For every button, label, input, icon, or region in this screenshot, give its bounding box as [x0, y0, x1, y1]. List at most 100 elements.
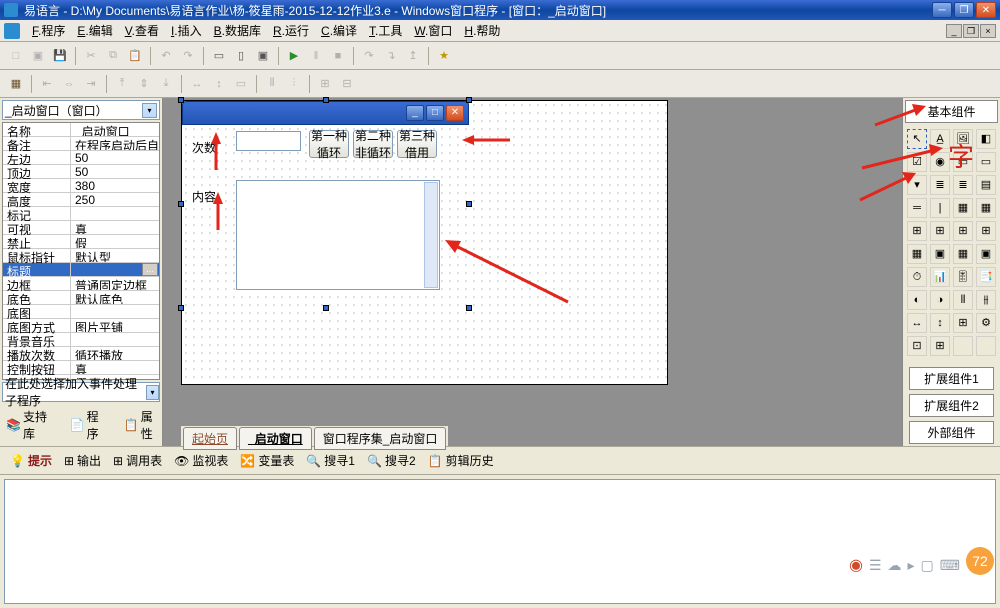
- mdi-restore-button[interactable]: ❐: [963, 24, 979, 38]
- property-value[interactable]: 普通固定边框: [71, 277, 159, 290]
- chevron-down-icon[interactable]: ▾: [142, 103, 157, 118]
- menu-item[interactable]: V.查看: [119, 22, 165, 39]
- ellipsis-button[interactable]: ...: [142, 263, 158, 276]
- tab-clip-history[interactable]: 📋 剪辑历史: [424, 451, 498, 470]
- palette-item[interactable]: ⊞: [930, 336, 950, 356]
- resize-handle[interactable]: [466, 305, 472, 311]
- property-row[interactable]: 可视真: [3, 221, 159, 235]
- tab-start-page[interactable]: 起始页: [183, 427, 237, 450]
- palette-item[interactable]: ⫴: [953, 290, 973, 310]
- palette-item[interactable]: ⊞: [907, 221, 927, 241]
- palette-item[interactable]: ≣: [953, 175, 973, 195]
- palette-item[interactable]: ▦: [976, 198, 996, 218]
- palette-item[interactable]: 🎚: [953, 267, 973, 287]
- same-size-button[interactable]: ▭: [231, 74, 251, 94]
- property-value[interactable]: 50: [71, 151, 159, 164]
- menu-item[interactable]: I.插入: [165, 22, 208, 39]
- property-row[interactable]: 背景音乐: [3, 333, 159, 347]
- menu-item[interactable]: W.窗口: [408, 22, 458, 39]
- output-area[interactable]: [4, 479, 996, 604]
- property-value[interactable]: 假: [71, 235, 159, 248]
- mdi-close-button[interactable]: ×: [980, 24, 996, 38]
- tab-support-libs[interactable]: 📚 支持库: [2, 406, 52, 444]
- align-center-v-button[interactable]: ⇕: [134, 74, 154, 94]
- align-top-button[interactable]: ⤒: [112, 74, 132, 94]
- palette-item[interactable]: ▦: [907, 244, 927, 264]
- palette-item[interactable]: ⊞: [930, 221, 950, 241]
- tab-output[interactable]: ⊞ 输出: [60, 451, 105, 470]
- palette-item[interactable]: ⊡: [907, 336, 927, 356]
- resize-handle[interactable]: [178, 201, 184, 207]
- layout-button-2[interactable]: ▯: [231, 46, 251, 66]
- property-value[interactable]: 默认型: [71, 249, 159, 262]
- tray-icon[interactable]: ⌨: [940, 557, 960, 574]
- palette-item[interactable]: ▤: [976, 175, 996, 195]
- property-value[interactable]: 真: [71, 361, 159, 374]
- layout-button-3[interactable]: ▣: [253, 46, 273, 66]
- palette-item[interactable]: ↖: [907, 129, 927, 149]
- stop-button[interactable]: ■: [328, 46, 348, 66]
- property-value[interactable]: 在程序启动后自动: [71, 137, 159, 150]
- paste-button[interactable]: 📋: [125, 46, 145, 66]
- resize-handle[interactable]: [178, 305, 184, 311]
- tab-watch[interactable]: 👁 监视表: [170, 451, 232, 470]
- palette-item[interactable]: 📊: [930, 267, 950, 287]
- open-button[interactable]: ▣: [28, 46, 48, 66]
- align-center-h-button[interactable]: ⇔: [59, 74, 79, 94]
- menu-item[interactable]: T.工具: [363, 22, 408, 39]
- grid-button[interactable]: ▦: [6, 74, 26, 94]
- palette-item[interactable]: ↔: [907, 313, 927, 333]
- property-value[interactable]: 真: [71, 221, 159, 234]
- palette-tab-ext1[interactable]: 扩展组件1: [909, 367, 994, 390]
- property-row[interactable]: 名称_启动窗口: [3, 123, 159, 137]
- property-row[interactable]: 标记: [3, 207, 159, 221]
- align-left-button[interactable]: ⇤: [37, 74, 57, 94]
- design-area[interactable]: _ □ ✕ 次数 第一种 循环 第二种 非循环 第三种 借用 内容: [163, 98, 902, 446]
- minimize-button[interactable]: ─: [932, 2, 952, 18]
- property-row[interactable]: 底图方式图片平铺: [3, 319, 159, 333]
- property-row[interactable]: 禁止假: [3, 235, 159, 249]
- palette-item[interactable]: ⏱: [907, 267, 927, 287]
- close-button[interactable]: ✕: [976, 2, 996, 18]
- tray-badge[interactable]: 72: [966, 547, 994, 575]
- tray-icon[interactable]: ◉: [849, 555, 863, 575]
- menu-item[interactable]: C.编译: [315, 22, 363, 39]
- design-window[interactable]: _ □ ✕ 次数 第一种 循环 第二种 非循环 第三种 借用 内容: [182, 101, 469, 307]
- palette-tab-external[interactable]: 外部组件: [909, 421, 994, 444]
- property-value[interactable]: 50: [71, 165, 159, 178]
- save-button[interactable]: 💾: [50, 46, 70, 66]
- copy-button[interactable]: ⧉: [103, 46, 123, 66]
- tab-start-window[interactable]: _启动窗口: [239, 427, 312, 450]
- textbox-content[interactable]: [236, 180, 440, 290]
- tray-icon[interactable]: ☰: [869, 557, 882, 574]
- tab-window-module[interactable]: 窗口程序集_启动窗口: [314, 427, 447, 450]
- tab-callstack[interactable]: ⊞ 调用表: [109, 451, 166, 470]
- property-row[interactable]: 播放次数循环播放: [3, 347, 159, 361]
- step-out-button[interactable]: ↥: [403, 46, 423, 66]
- palette-item[interactable]: ▭: [976, 152, 996, 172]
- property-value[interactable]: 默认底色: [71, 291, 159, 304]
- run-button[interactable]: ▶: [284, 46, 304, 66]
- palette-item[interactable]: ▣: [976, 244, 996, 264]
- property-row[interactable]: 高度250: [3, 193, 159, 207]
- tray-icon[interactable]: ☁: [888, 557, 902, 574]
- palette-item[interactable]: ◉: [930, 152, 950, 172]
- button-loop-2[interactable]: 第二种 非循环: [353, 130, 393, 158]
- resize-handle[interactable]: [466, 97, 472, 103]
- textbox-count[interactable]: [236, 131, 301, 151]
- design-window-titlebar[interactable]: _ □ ✕: [182, 101, 469, 125]
- label-count[interactable]: 次数: [192, 139, 216, 156]
- property-value[interactable]: _启动窗口: [71, 123, 159, 136]
- palette-item[interactable]: ⫵: [976, 290, 996, 310]
- property-value[interactable]: [71, 333, 159, 346]
- palette-tab-basic[interactable]: 基本组件: [905, 100, 998, 123]
- property-value[interactable]: ...: [71, 263, 159, 276]
- property-value[interactable]: [71, 207, 159, 220]
- resize-handle[interactable]: [178, 97, 184, 103]
- redo-button[interactable]: ↷: [178, 46, 198, 66]
- step-over-button[interactable]: ↷: [359, 46, 379, 66]
- palette-item[interactable]: ▦: [953, 244, 973, 264]
- design-close-button[interactable]: ✕: [446, 105, 464, 121]
- dist-h-button[interactable]: ⫴: [262, 74, 282, 94]
- align-bottom-button[interactable]: ⤓: [156, 74, 176, 94]
